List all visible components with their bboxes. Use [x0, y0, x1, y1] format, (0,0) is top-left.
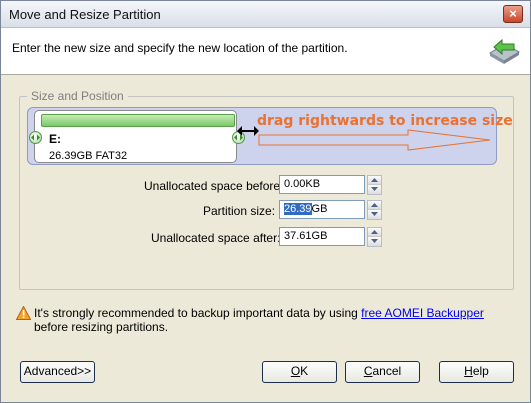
backup-warning: It's strongly recommended to backup impo… — [34, 306, 504, 334]
spin-down-button[interactable] — [368, 185, 381, 194]
partition-size-spinner[interactable] — [367, 200, 382, 220]
arrow-up-icon — [371, 203, 378, 207]
partition-size-label: Partition size: — [203, 204, 276, 218]
arrow-down-icon — [371, 187, 378, 191]
spin-up-button[interactable] — [368, 228, 381, 237]
unallocated-before-spinner[interactable] — [367, 175, 382, 195]
arrow-down-icon — [371, 239, 378, 243]
window-title: Move and Resize Partition — [9, 7, 161, 22]
move-resize-dialog: Move and Resize Partition × Enter the ne… — [0, 0, 531, 403]
spin-up-button[interactable] — [368, 176, 381, 185]
resize-arrows-icon — [31, 134, 40, 141]
partition-used-bar — [41, 114, 235, 127]
spin-down-button[interactable] — [368, 210, 381, 219]
partition-size-input[interactable]: 26.39GB — [279, 200, 365, 219]
warning-icon — [16, 306, 31, 320]
spin-up-button[interactable] — [368, 201, 381, 210]
arrow-down-icon — [371, 212, 378, 216]
unallocated-after-spinner[interactable] — [367, 227, 382, 247]
cancel-button[interactable]: Cancel — [345, 361, 420, 383]
selected-size-text: 26.39 — [284, 203, 312, 215]
spin-down-button[interactable] — [368, 237, 381, 246]
unallocated-after-label: Unallocated space after: — [151, 231, 281, 245]
drive-letter: E: — [49, 132, 61, 146]
group-label: Size and Position — [27, 89, 128, 103]
help-button[interactable]: Help — [439, 361, 514, 383]
left-resize-handle[interactable] — [29, 131, 42, 144]
size-unit-text: GB — [311, 203, 328, 215]
ok-button[interactable]: OK — [262, 361, 337, 383]
partition-info: 26.39GB FAT32 — [49, 150, 128, 162]
unallocated-after-input[interactable]: 37.61GB — [279, 227, 365, 246]
drag-hint-text: drag rightwards to increase size — [257, 113, 513, 129]
arrow-up-icon — [371, 178, 378, 182]
help-hotkey: H — [464, 364, 473, 378]
arrow-up-icon — [371, 230, 378, 234]
ok-label-rest: K — [300, 364, 309, 378]
ok-hotkey: O — [290, 364, 301, 378]
resize-cursor-icon — [237, 126, 259, 136]
unallocated-before-input[interactable]: 0.00KB — [279, 175, 365, 194]
resize-partition-icon — [489, 38, 520, 64]
advanced-button[interactable]: Advanced>> — [20, 361, 95, 383]
close-button[interactable]: × — [503, 5, 523, 23]
help-label-rest: elp — [472, 364, 489, 378]
advanced-button-label: Advanced>> — [23, 364, 92, 378]
title-bar[interactable]: Move and Resize Partition × — [1, 1, 530, 28]
unallocated-before-label: Unallocated space before: — [144, 179, 284, 193]
right-arrow-icon — [258, 129, 491, 151]
instruction-text: Enter the new size and specify the new l… — [12, 41, 348, 55]
header-panel: Enter the new size and specify the new l… — [1, 28, 530, 75]
cancel-label-rest: ancel — [372, 364, 402, 378]
aomei-backupper-link[interactable]: free AOMEI Backupper — [361, 306, 484, 320]
warning-text-start: It's strongly recommended to backup impo… — [34, 306, 362, 320]
warning-text-end: before resizing partitions. — [34, 320, 169, 334]
